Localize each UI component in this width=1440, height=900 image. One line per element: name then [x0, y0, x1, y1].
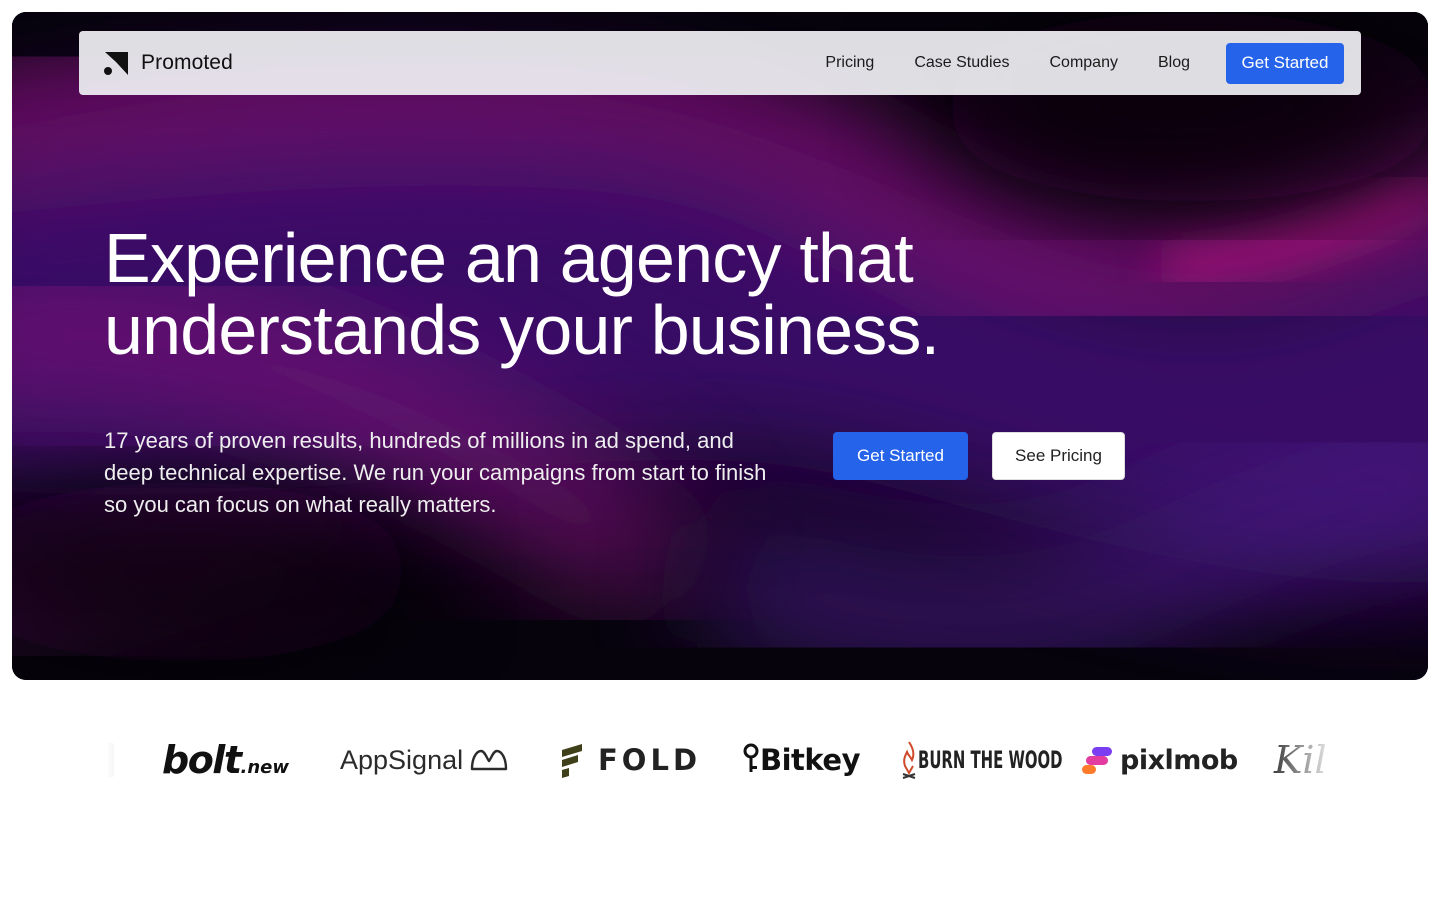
- hero-section: Promoted Pricing Case Studies Company Bl…: [12, 12, 1428, 680]
- logo-bitkey: Bitkey: [742, 730, 861, 790]
- logo-appsignal-text: AppSignal: [340, 744, 464, 775]
- hero-headline: Experience an agency that understands yo…: [104, 222, 1064, 366]
- logo-bolt-suffix: .new: [240, 756, 290, 778]
- partial-left-logo: [104, 730, 118, 790]
- fold-mark-icon: [562, 744, 582, 778]
- nav-links: Pricing Case Studies Company Blog Get St…: [825, 42, 1344, 84]
- nav-link-case-studies[interactable]: Case Studies: [914, 54, 1009, 72]
- hero-subtext: 17 years of proven results, hundreds of …: [104, 428, 767, 517]
- logo-burn-the-wood-text: BURN THE WOOD: [918, 746, 1063, 774]
- logo-partial-right-text: Kil: [1274, 738, 1327, 782]
- logo-pixlmob: pixlmob: [1082, 730, 1238, 790]
- hero-cta-group: Get Started See Pricing: [833, 432, 1125, 480]
- hero-headline-line-2: understands your business.: [104, 291, 940, 369]
- nav-get-started-button[interactable]: Get Started: [1226, 42, 1344, 84]
- client-logo-strip: bolt .new AppSignal FOLD Bitkey BURN THE…: [104, 730, 1336, 790]
- brand[interactable]: Promoted: [103, 50, 233, 76]
- pixlmob-mark-icon: [1082, 747, 1112, 774]
- nav-link-company[interactable]: Company: [1049, 54, 1117, 72]
- logo-bolt-text: bolt: [162, 738, 242, 782]
- logo-appsignal: AppSignal: [340, 730, 509, 790]
- hero-get-started-button[interactable]: Get Started: [833, 432, 968, 480]
- logo-fold: FOLD: [560, 730, 701, 790]
- hero-headline-line-1: Experience an agency that: [104, 219, 914, 297]
- nav-link-blog[interactable]: Blog: [1158, 54, 1190, 72]
- see-pricing-button[interactable]: See Pricing: [992, 432, 1125, 480]
- promoted-logo-icon: [104, 52, 128, 75]
- logo-pixlmob-text: pixlmob: [1120, 744, 1238, 776]
- top-navbar: Promoted Pricing Case Studies Company Bl…: [79, 31, 1361, 95]
- logo-fold-text: FOLD: [598, 743, 702, 777]
- brand-name: Promoted: [141, 51, 233, 74]
- logo-bolt-new: bolt .new: [162, 730, 289, 790]
- nav-link-pricing[interactable]: Pricing: [825, 54, 874, 72]
- burn-the-wood-flame-icon: [902, 741, 916, 779]
- appsignal-crown-icon: [470, 749, 508, 771]
- logo-partial-right: Kil: [1274, 730, 1327, 790]
- partial-left-logo-mark: [108, 743, 114, 777]
- logo-bitkey-text: Bitkey: [760, 743, 861, 777]
- bitkey-key-icon: [743, 743, 759, 772]
